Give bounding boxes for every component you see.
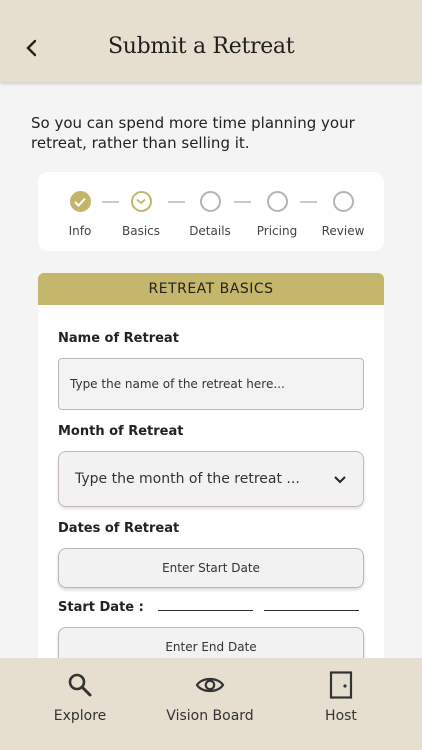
tab-label: Explore [53, 708, 107, 724]
name-label: Name of Retreat [58, 331, 179, 346]
step-label: Basics [121, 224, 161, 238]
start-date-button[interactable]: Enter Start Date [58, 548, 364, 588]
start-date-label: Start Date : [58, 600, 144, 615]
start-date-row: Start Date : [58, 599, 359, 615]
step-done-indicator [69, 191, 91, 212]
step-review[interactable]: Review [313, 191, 373, 238]
step-basics[interactable]: Basics [111, 191, 171, 238]
month-select[interactable]: Type the month of the retreat ... [58, 451, 364, 507]
step-pending-indicator [266, 191, 288, 212]
tab-explore[interactable]: Explore [45, 670, 115, 724]
step-label: Review [321, 224, 365, 238]
progress-stepper: Info Basics Details Pricing Review [38, 172, 384, 251]
back-button[interactable] [18, 34, 46, 62]
step-pricing[interactable]: Pricing [247, 191, 307, 238]
step-label: Info [68, 224, 92, 238]
dates-label: Dates of Retreat [58, 521, 180, 536]
door-icon [329, 671, 353, 699]
tab-label: Host [325, 708, 357, 724]
section-title: RETREAT BASICS [38, 273, 384, 305]
step-pending-indicator [332, 191, 354, 212]
check-icon [74, 197, 86, 207]
chevron-down-icon [136, 198, 146, 205]
step-info[interactable]: Info [50, 191, 110, 238]
retreat-name-input[interactable]: Type the name of the retreat here... [58, 358, 364, 410]
search-icon [68, 673, 92, 697]
month-label: Month of Retreat [58, 424, 184, 439]
retreat-basics-card: RETREAT BASICS Name of Retreat Type the … [38, 273, 384, 693]
step-label: Pricing [256, 224, 298, 238]
step-label: Details [189, 224, 231, 238]
page-title: Submit a Retreat [108, 34, 295, 59]
step-pending-indicator [199, 191, 221, 212]
step-active-indicator [130, 191, 152, 212]
step-details[interactable]: Details [180, 191, 240, 238]
bottom-tab-bar: Explore Vision Board Host [0, 658, 422, 750]
month-select-value: Type the month of the retreat ... [75, 471, 300, 487]
tab-vision-board[interactable]: Vision Board [160, 670, 260, 724]
start-date-blank [263, 599, 359, 611]
intro-text: So you can spend more time planning your… [31, 114, 355, 152]
app-header: Submit a Retreat [0, 0, 422, 82]
tab-label: Vision Board [166, 708, 254, 724]
chevron-left-icon [26, 39, 37, 57]
chevron-down-icon [334, 475, 346, 483]
eye-icon [195, 677, 225, 693]
tab-host[interactable]: Host [311, 670, 371, 724]
start-date-blank [158, 599, 254, 611]
